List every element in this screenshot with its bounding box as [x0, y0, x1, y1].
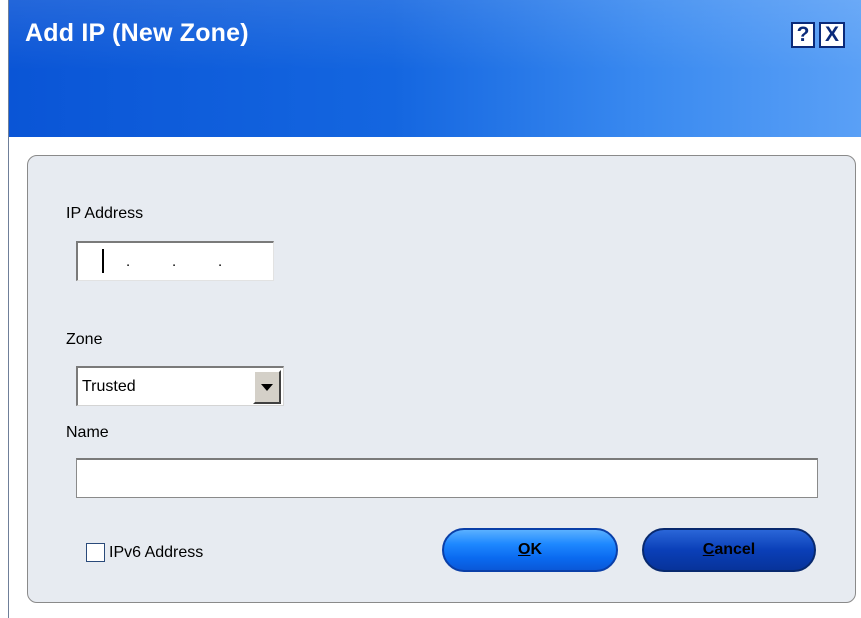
text-caret [102, 249, 104, 273]
title-bar[interactable]: Add IP (New Zone) ? X [9, 0, 861, 137]
dialog-title: Add IP (New Zone) [25, 19, 249, 47]
ok-accelerator: O [517, 541, 531, 558]
cancel-accelerator: C [702, 541, 715, 558]
ok-button[interactable]: OK [442, 528, 618, 572]
ip-address-label: IP Address [66, 205, 144, 222]
close-icon[interactable]: X [819, 22, 845, 48]
ip-separator: . [172, 253, 177, 270]
help-icon[interactable]: ? [791, 22, 815, 48]
ipv6-checkbox[interactable] [86, 543, 105, 562]
cancel-label-rest: ancel [714, 541, 756, 558]
zone-label: Zone [66, 331, 103, 348]
ip-separator: . [126, 253, 131, 270]
zone-selected-value: Trusted [82, 378, 136, 395]
name-label: Name [66, 424, 109, 441]
ip-address-input[interactable]: . . . [76, 241, 274, 281]
dropdown-button[interactable] [253, 370, 281, 404]
form-panel: IP Address . . . Zone Trusted Name IPv6 … [27, 155, 856, 603]
zone-select[interactable]: Trusted [76, 366, 284, 406]
ip-separator: . [218, 253, 223, 270]
chevron-down-icon [261, 384, 273, 391]
name-input[interactable] [76, 458, 818, 498]
ipv6-label[interactable]: IPv6 Address [109, 544, 203, 562]
cancel-button[interactable]: Cancel [642, 528, 816, 572]
ok-label-rest: K [530, 541, 542, 558]
dialog-window: Add IP (New Zone) ? X IP Address . . . Z… [8, 0, 861, 618]
